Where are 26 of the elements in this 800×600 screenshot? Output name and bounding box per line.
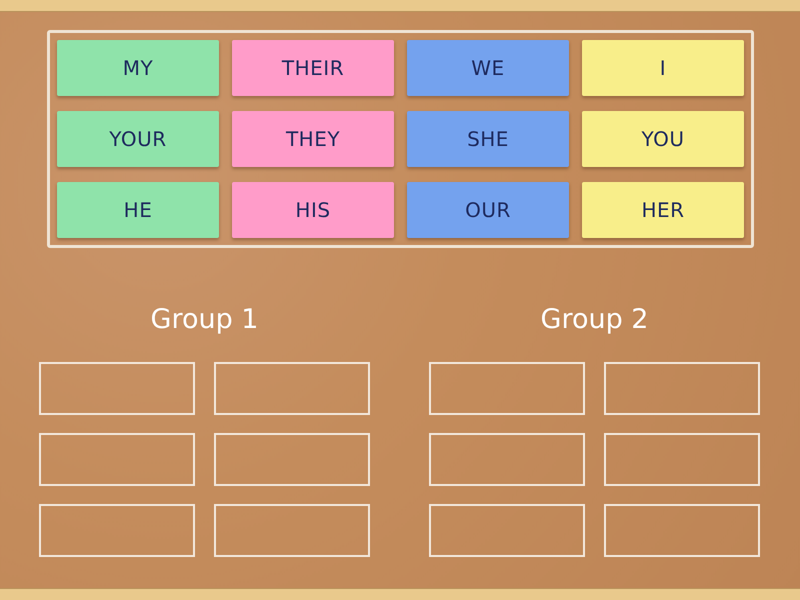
drop-slot[interactable] bbox=[214, 504, 370, 557]
word-card[interactable]: HIS bbox=[232, 182, 394, 238]
word-card[interactable]: SHE bbox=[407, 111, 569, 167]
drop-slot[interactable] bbox=[214, 362, 370, 415]
word-card[interactable]: WE bbox=[407, 40, 569, 96]
group-heading: Group 1 bbox=[150, 303, 258, 337]
group-heading: Group 2 bbox=[540, 303, 648, 337]
word-card[interactable]: I bbox=[582, 40, 744, 96]
drop-slot[interactable] bbox=[39, 504, 195, 557]
drop-slot[interactable] bbox=[429, 504, 585, 557]
word-card[interactable]: YOUR bbox=[57, 111, 219, 167]
drop-slot[interactable] bbox=[604, 433, 760, 486]
drop-slot[interactable] bbox=[429, 433, 585, 486]
word-card[interactable]: OUR bbox=[407, 182, 569, 238]
drop-slot[interactable] bbox=[214, 433, 370, 486]
word-card[interactable]: YOU bbox=[582, 111, 744, 167]
drop-slot[interactable] bbox=[39, 433, 195, 486]
word-card[interactable]: HER bbox=[582, 182, 744, 238]
word-card[interactable]: HE bbox=[57, 182, 219, 238]
drop-slot[interactable] bbox=[604, 362, 760, 415]
word-card[interactable]: MY bbox=[57, 40, 219, 96]
drop-slot[interactable] bbox=[39, 362, 195, 415]
word-card[interactable]: THEIR bbox=[232, 40, 394, 96]
drop-slot[interactable] bbox=[429, 362, 585, 415]
word-card[interactable]: THEY bbox=[232, 111, 394, 167]
drop-slot[interactable] bbox=[604, 504, 760, 557]
